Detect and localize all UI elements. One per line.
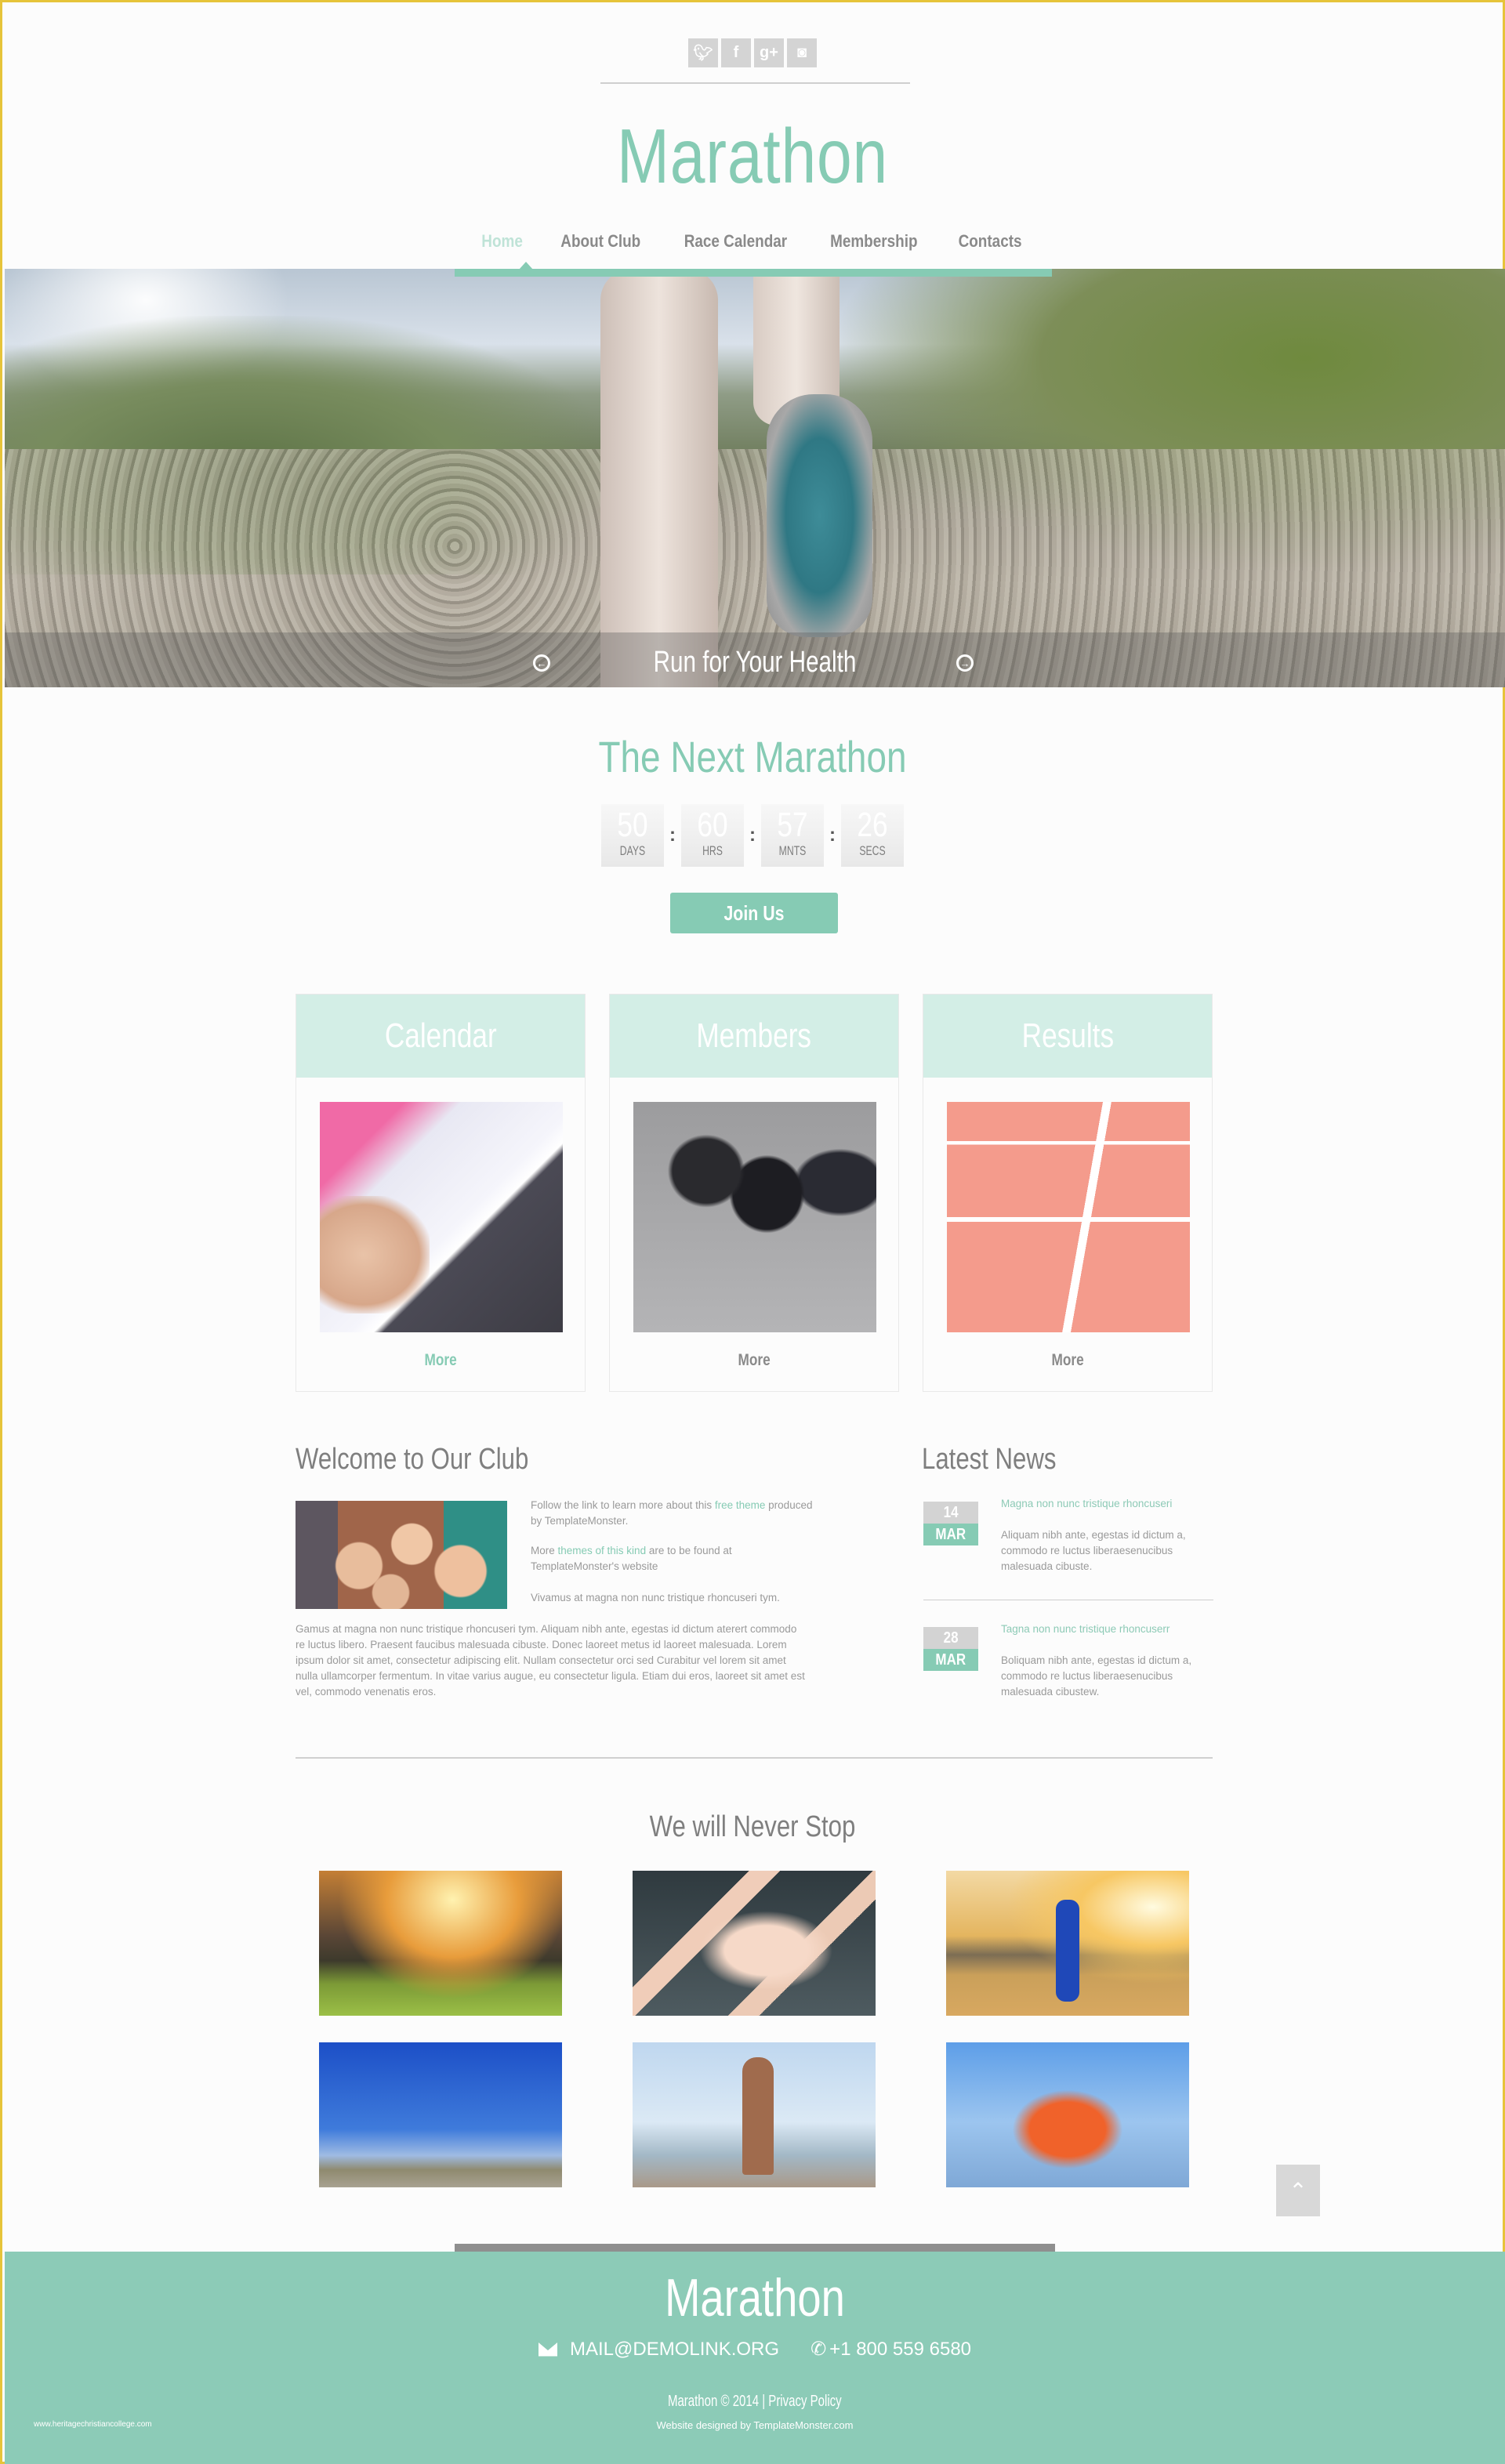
gallery-image-beach-runner[interactable] — [946, 1871, 1189, 2016]
club-group-photo — [296, 1501, 507, 1609]
nav-home[interactable]: Home — [470, 228, 535, 255]
card-title: Results — [923, 995, 1212, 1078]
social-links: 🐦︎ f g+ ◙ — [2, 38, 1503, 67]
countdown-value: 50 — [617, 806, 648, 844]
news-month: MAR — [923, 1649, 978, 1671]
welcome-intro-1: Follow the link to learn more about this… — [531, 1499, 813, 1527]
welcome-intro-2: More themes of this kind are to be found… — [531, 1545, 732, 1572]
countdown-hours: 60 HRS — [681, 804, 744, 867]
footer-contacts: MAIL@DEMOLINK.ORG ✆ +1 800 559 6580 — [5, 2338, 1505, 2361]
join-us-label: Join Us — [723, 900, 785, 925]
gallery-title: We will Never Stop — [649, 1810, 856, 1843]
watermark: www.heritagechristiancollege.com — [34, 2420, 152, 2429]
countdown-label: HRS — [702, 843, 723, 858]
main-nav: Home About Club Race Calendar Membership… — [2, 228, 1503, 255]
countdown-value: 60 — [697, 806, 728, 844]
countdown-seconds: 26 SECS — [841, 804, 904, 867]
news-day: 14 — [923, 1502, 978, 1524]
countdown-label: DAYS — [619, 843, 646, 858]
countdown-label: SECS — [859, 843, 886, 858]
hero-image-shoe — [767, 394, 872, 637]
footer-logo: Marathon — [665, 2268, 845, 2328]
countdown-timer: 50 DAYS : 60 HRS : 57 MNTS : 26 SECS — [601, 804, 904, 867]
news-date-badge: 28 MAR — [923, 1627, 978, 1671]
footer-top-bar — [455, 2244, 1055, 2252]
news-month: MAR — [923, 1524, 978, 1545]
welcome-intro-3: Vivamus at magna non nunc tristique rhon… — [531, 1592, 780, 1603]
countdown-title: The Next Marathon — [598, 732, 907, 781]
phone-text: +1 800 559 6580 — [829, 2338, 972, 2360]
email-link[interactable]: MAIL@DEMOLINK.ORG — [538, 2338, 780, 2361]
calendar-more-link[interactable]: More — [296, 1351, 585, 1370]
back-to-top-icon[interactable]: ⌃ — [1276, 2165, 1320, 2216]
gallery-image-runners-legs[interactable] — [319, 2042, 562, 2187]
nav-underline-bar — [455, 269, 1052, 277]
designed-by[interactable]: Website designed by TemplateMonster.com — [5, 2419, 1505, 2431]
nav-race-calendar[interactable]: Race Calendar — [672, 228, 799, 255]
countdown-separator: : — [829, 824, 836, 846]
gallery-image-yoga[interactable] — [633, 2042, 876, 2187]
countdown-separator: : — [749, 824, 756, 846]
members-image[interactable] — [633, 1102, 876, 1332]
gallery-image-mountain[interactable] — [319, 1871, 562, 2016]
instagram-icon[interactable]: ◙ — [787, 38, 817, 67]
header-divider — [600, 82, 910, 84]
mail-icon — [538, 2342, 557, 2357]
free-theme-link[interactable]: free theme — [715, 1499, 766, 1511]
hero-image-leg — [600, 269, 718, 687]
news-day: 28 — [923, 1627, 978, 1649]
countdown-value: 26 — [857, 806, 888, 844]
facebook-icon[interactable]: f — [721, 38, 751, 67]
email-text: MAIL@DEMOLINK.ORG — [569, 2338, 780, 2360]
news-body: Boliquam nibh ante, egestas id dictum a,… — [1001, 1654, 1192, 1698]
phone-link[interactable]: ✆ +1 800 559 6580 — [811, 2338, 971, 2361]
copyright[interactable]: Marathon © 2014 | Privacy Policy — [5, 2393, 1505, 2411]
google-plus-icon[interactable]: g+ — [754, 38, 784, 67]
news-title: Latest News — [922, 1443, 1057, 1476]
nav-contacts[interactable]: Contacts — [946, 228, 1034, 255]
news-date-badge: 14 MAR — [923, 1502, 978, 1545]
footer: Marathon MAIL@DEMOLINK.ORG ✆ +1 800 559 … — [5, 2252, 1505, 2464]
countdown-days: 50 DAYS — [601, 804, 664, 867]
nav-membership[interactable]: Membership — [818, 228, 930, 255]
themes-link[interactable]: themes of this kind — [558, 1545, 647, 1556]
countdown-label: MNTS — [778, 843, 807, 858]
results-image[interactable] — [947, 1102, 1190, 1332]
site-logo[interactable]: Marathon — [137, 112, 1367, 201]
calendar-image[interactable] — [320, 1102, 563, 1332]
phone-icon: ✆ — [811, 2339, 827, 2360]
card-title: Calendar — [296, 995, 585, 1078]
feature-card-members: Members More — [609, 994, 899, 1392]
news-headline[interactable]: Tagna non nunc tristique rhoncuserr — [1001, 1623, 1170, 1635]
hero-caption: Run for Your Health — [653, 646, 857, 679]
slider-prev-arrow-icon[interactable]: ← — [533, 654, 550, 672]
gallery-image-hands[interactable] — [633, 1871, 876, 2016]
news-headline[interactable]: Magna non nunc tristique rhoncuseri — [1001, 1498, 1172, 1509]
hero-slider: Run for Your Health ← → — [5, 269, 1505, 687]
countdown-value: 57 — [777, 806, 808, 844]
members-more-link[interactable]: More — [610, 1351, 898, 1370]
feature-card-calendar: Calendar More — [296, 994, 586, 1392]
countdown-separator: : — [669, 824, 676, 846]
feature-card-results: Results More — [923, 994, 1213, 1392]
news-body: Aliquam nibh ante, egestas id dictum a, … — [1001, 1529, 1186, 1572]
countdown-minutes: 57 MNTS — [761, 804, 824, 867]
slider-next-arrow-icon[interactable]: → — [956, 654, 974, 672]
card-title: Members — [610, 995, 898, 1078]
twitter-icon[interactable]: 🐦︎ — [688, 38, 718, 67]
welcome-title: Welcome to Our Club — [296, 1443, 529, 1476]
welcome-body: Gamus at magna non nunc tristique rhoncu… — [296, 1623, 805, 1698]
results-more-link[interactable]: More — [923, 1351, 1212, 1370]
section-divider — [296, 1757, 1213, 1759]
join-us-button[interactable]: Join Us — [670, 893, 838, 933]
gallery-image-man-running[interactable] — [946, 2042, 1189, 2187]
nav-about-club[interactable]: About Club — [549, 228, 653, 255]
